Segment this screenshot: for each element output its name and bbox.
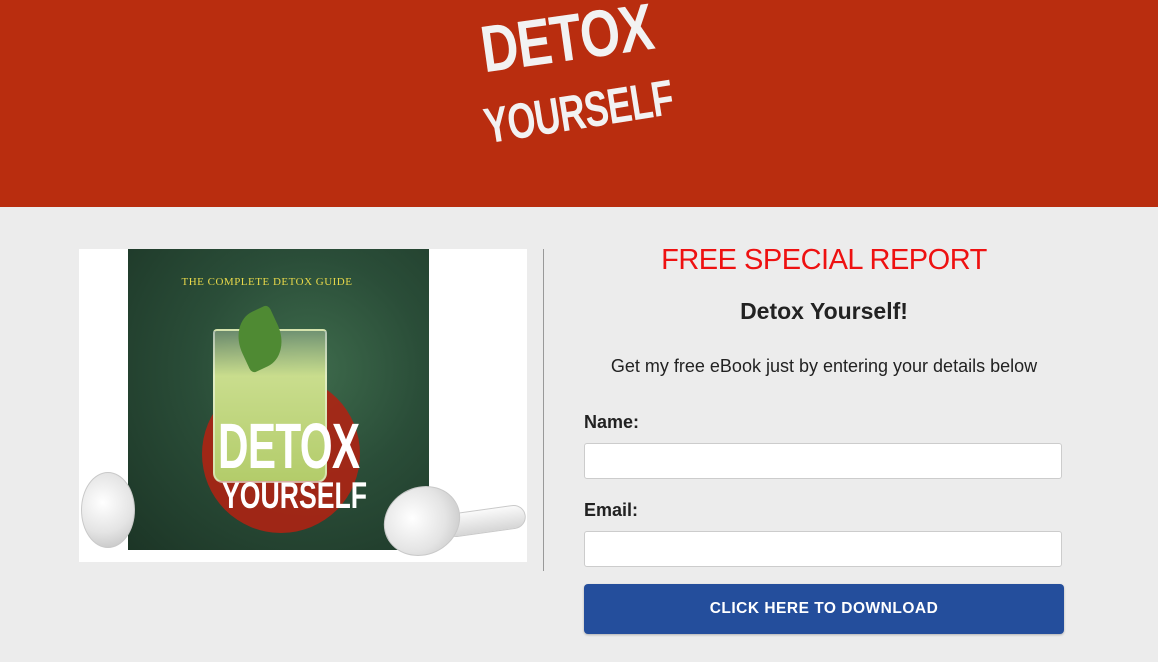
email-label: Email: <box>584 500 639 520</box>
download-button[interactable]: CLICK HERE TO DOWNLOAD <box>584 584 1064 634</box>
offer-subtitle: Detox Yourself! <box>740 298 908 324</box>
name-label: Name: <box>584 412 640 432</box>
ebook-cover: THE COMPLETE DETOX GUIDE DETOX YOURSELF <box>128 249 429 550</box>
header-banner: DETOX YOURSELF <box>0 0 1158 207</box>
vertical-divider <box>543 249 544 571</box>
product-image: THE COMPLETE DETOX GUIDE DETOX YOURSELF <box>79 249 527 562</box>
detox-yourself-logo: DETOX YOURSELF <box>474 0 677 172</box>
cover-subtitle: THE COMPLETE DETOX GUIDE <box>181 276 353 288</box>
earbud-left-icon <box>81 472 135 548</box>
email-field[interactable] <box>584 531 1062 567</box>
name-field[interactable] <box>584 443 1062 479</box>
offer-title: FREE SPECIAL REPORT <box>661 244 987 276</box>
cover-title-line-1: DETOX <box>218 410 360 482</box>
cover-title-line-2: YOURSELF <box>222 475 368 516</box>
offer-description: Get my free eBook just by entering your … <box>610 356 1038 376</box>
